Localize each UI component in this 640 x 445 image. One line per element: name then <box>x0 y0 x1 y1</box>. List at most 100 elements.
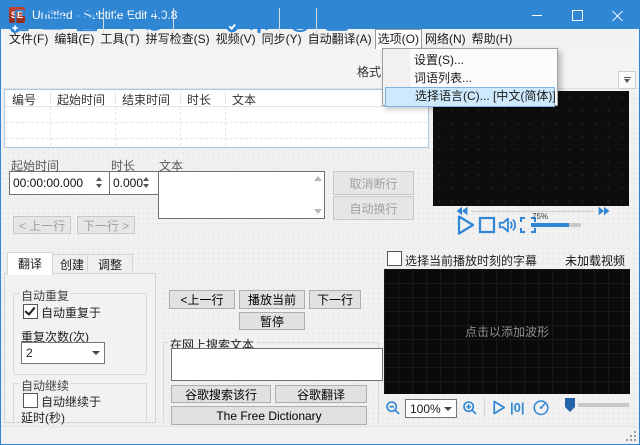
select-current-subtitle-checkbox[interactable] <box>387 251 402 266</box>
mute-button[interactable] <box>497 214 519 236</box>
close-button[interactable] <box>597 1 637 29</box>
next-line-button[interactable]: 下一行 > <box>77 216 135 234</box>
maximize-button[interactable] <box>557 1 597 29</box>
play-icon <box>453 213 477 237</box>
tab-adjust[interactable]: 调整 <box>87 254 133 275</box>
duration-spinner[interactable] <box>140 172 152 192</box>
web-search-input[interactable] <box>171 348 383 381</box>
waveform-position-slider[interactable] <box>564 397 576 413</box>
play-from-start-button[interactable]: |0| <box>510 400 525 415</box>
select-current-subtitle-label: 选择当前播放时刻的字幕 <box>405 252 537 269</box>
refresh-icon <box>142 8 168 34</box>
visual-sync-eye-icon <box>180 7 208 35</box>
chevron-down-icon <box>444 407 452 411</box>
spell-check-button[interactable] <box>212 6 242 36</box>
waveform-play-button[interactable] <box>490 399 507 416</box>
new-file-button[interactable] <box>6 6 36 36</box>
auto-repeat-group-label: 自动重复 <box>19 287 71 304</box>
menu-item-choose-language[interactable]: 选择语言(C)... [中文(简体)] <box>385 87 555 107</box>
play-current-button[interactable]: 播放当前 <box>239 290 305 309</box>
subtitle-text-area[interactable] <box>158 171 325 219</box>
tab-translate[interactable]: 翻译 <box>7 252 53 275</box>
grid-line <box>6 138 427 139</box>
column-divider <box>115 92 116 104</box>
gear-icon <box>245 7 273 35</box>
video-display <box>433 91 629 206</box>
duration-input[interactable]: 0.000 <box>109 171 161 195</box>
toolbar-separator <box>173 8 174 34</box>
column-start-time[interactable]: 起始时间 <box>57 91 105 108</box>
waveform-zoom-select[interactable]: 100% <box>405 399 457 418</box>
auto-wrap-button[interactable]: 自动换行 <box>333 196 414 220</box>
find-button[interactable] <box>108 6 138 36</box>
spin-down-icon <box>96 184 102 188</box>
seek-forward-button[interactable] <box>598 206 610 216</box>
stop-button[interactable] <box>478 216 496 234</box>
pause-button[interactable]: 暂停 <box>239 312 305 330</box>
toolbar-overflow-button[interactable] <box>618 71 636 89</box>
waveform-zoom-in-button[interactable] <box>462 400 478 416</box>
grid-line <box>180 107 181 146</box>
auto-continue-group-label: 自动继续 <box>19 377 71 394</box>
menu-help[interactable]: 帮助(H) <box>469 29 516 49</box>
subtitle-list[interactable]: 编号 起始时间 结束时间 时长 文本 <box>4 89 429 148</box>
slider-track[interactable] <box>578 403 629 407</box>
column-text[interactable]: 文本 <box>232 91 256 108</box>
prev-line-play-button[interactable]: <上一行 <box>169 290 235 309</box>
delay-label: 延时(秒) <box>21 409 65 426</box>
next-line-play-button[interactable]: 下一行 <box>309 290 361 309</box>
grip-dot <box>634 439 636 441</box>
zoom-in-icon <box>462 400 478 416</box>
save-button[interactable] <box>72 6 102 36</box>
waveform-area[interactable]: 点击以添加波形 <box>384 269 630 394</box>
scroll-down-icon[interactable] <box>314 209 322 214</box>
open-file-button[interactable] <box>39 6 69 36</box>
google-translate-button[interactable]: 谷歌翻译 <box>275 385 367 403</box>
google-search-line-button[interactable]: 谷歌搜索该行 <box>171 385 271 403</box>
play-button[interactable] <box>453 213 477 237</box>
overflow-arrow-icon <box>624 79 630 83</box>
column-end-time[interactable]: 结束时间 <box>122 91 170 108</box>
layout-button[interactable] <box>322 6 352 36</box>
scroll-up-icon[interactable] <box>314 176 322 181</box>
status-bar <box>1 426 639 444</box>
auto-repeat-checkbox[interactable] <box>23 304 38 319</box>
replace-button[interactable] <box>140 6 170 36</box>
no-video-label: 未加载视频 <box>565 252 625 269</box>
grid-line <box>225 107 226 146</box>
subtitle-list-header: 编号 起始时间 结束时间 时长 文本 <box>5 90 428 107</box>
layout-split-icon <box>323 7 351 35</box>
resize-grip[interactable] <box>626 431 636 441</box>
menu-item-settings[interactable]: 设置(S)... <box>385 51 555 69</box>
help-button[interactable] <box>285 6 315 36</box>
close-icon <box>612 10 623 21</box>
format-label: 格式 <box>357 63 381 80</box>
visual-sync-button[interactable] <box>179 6 209 36</box>
column-duration[interactable]: 时长 <box>187 91 211 108</box>
volume-fill <box>531 223 569 227</box>
free-dictionary-button[interactable]: The Free Dictionary <box>171 406 367 425</box>
auto-continue-checkbox[interactable] <box>23 393 38 408</box>
waveform-zoom-out-button[interactable] <box>385 400 401 416</box>
save-icon <box>74 8 100 34</box>
unbreak-button[interactable]: 取消断行 <box>333 171 414 195</box>
settings-button[interactable] <box>244 6 274 36</box>
grip-dot <box>630 439 632 441</box>
overflow-bar-icon <box>624 77 631 78</box>
playback-speed-button[interactable] <box>532 398 550 416</box>
waveform-zoom-value: 100% <box>410 402 441 416</box>
minimize-button[interactable] <box>517 1 557 29</box>
slider-pin-icon <box>564 397 576 413</box>
fast-forward-icon <box>598 206 610 216</box>
menu-item-word-lists[interactable]: 词语列表... <box>385 69 555 87</box>
start-time-spinner[interactable] <box>92 172 105 192</box>
speedometer-icon <box>532 398 550 416</box>
spin-up-icon <box>143 177 149 181</box>
column-number[interactable]: 编号 <box>12 91 36 108</box>
search-icon <box>110 8 136 34</box>
prev-line-button[interactable]: < 上一行 <box>13 216 71 234</box>
grid-line <box>115 107 116 146</box>
repeat-count-select[interactable]: 2 <box>21 342 105 364</box>
menu-network[interactable]: 网络(N) <box>422 29 469 49</box>
grid-line <box>6 122 427 123</box>
